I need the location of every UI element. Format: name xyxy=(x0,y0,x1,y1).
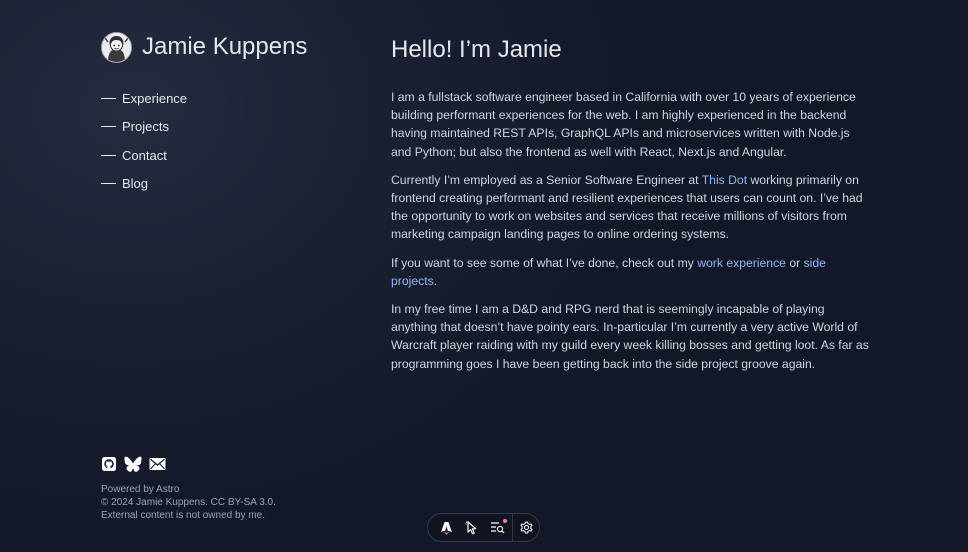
page-title: Hello! I’m Jamie xyxy=(391,36,562,63)
inspect-button[interactable] xyxy=(460,517,486,539)
nav-item-contact[interactable]: Contact xyxy=(101,141,361,170)
inspect-cursor-icon xyxy=(465,520,477,534)
toolbar-divider xyxy=(511,513,513,542)
dev-toolbar xyxy=(427,513,540,542)
portfolio-text-start: If you want to see some of what I’ve don… xyxy=(391,255,698,270)
nav-item-label[interactable]: Contact xyxy=(122,148,167,163)
main-content: Hello! I’m Jamie I am a fullstack softwa… xyxy=(391,35,871,373)
mail-icon[interactable] xyxy=(149,457,166,471)
notification-dot xyxy=(502,518,507,523)
hobbies-paragraph: In my free time I am a D&D and RPG nerd … xyxy=(391,302,869,371)
disclaimer: External content is not owned by me. xyxy=(101,510,265,521)
intro-paragraph: I am a fullstack software engineer based… xyxy=(391,90,856,159)
nav-item-blog[interactable]: Blog xyxy=(101,170,361,199)
astro-logo-icon xyxy=(441,521,453,535)
avatar xyxy=(101,31,132,63)
powered-by: Powered by Astro xyxy=(101,484,180,495)
audit-list-icon xyxy=(490,522,505,534)
brand[interactable]: Jamie Kuppens xyxy=(101,31,361,63)
settings-button[interactable] xyxy=(513,517,539,539)
footer: Powered by Astro © 2024 Jamie Kuppens. C… xyxy=(101,483,276,522)
nav-indicator xyxy=(101,97,116,99)
nav-item-experience[interactable]: Experience xyxy=(101,84,361,113)
nav-indicator xyxy=(101,183,116,185)
this-dot-link[interactable]: This Dot xyxy=(702,173,747,187)
github-icon[interactable] xyxy=(101,456,117,472)
copyright: © 2024 Jamie Kuppens. CC BY-SA 3.0. xyxy=(101,497,276,508)
portfolio-text-end: . xyxy=(433,273,438,288)
nav-indicator xyxy=(101,126,116,128)
main-nav: Experience Projects Contact Blog xyxy=(101,84,361,198)
nav-item-label[interactable]: Projects xyxy=(122,119,169,134)
settings-gear-icon xyxy=(520,521,533,534)
sidebar: Jamie Kuppens Experience Projects Contac… xyxy=(101,31,361,198)
employment-text-start: Currently I’m employed as a Senior Softw… xyxy=(391,172,702,187)
nav-indicator xyxy=(101,154,116,156)
nav-item-projects[interactable]: Projects xyxy=(101,113,361,142)
site-name[interactable]: Jamie Kuppens xyxy=(142,33,307,61)
portfolio-text-mid: or xyxy=(785,255,804,270)
astro-logo-button[interactable] xyxy=(434,517,460,539)
nav-item-label[interactable]: Experience xyxy=(122,91,187,106)
work-experience-link[interactable]: work experience xyxy=(697,256,786,270)
employment-paragraph: Currently I’m employed as a Senior Softw… xyxy=(391,171,871,244)
avatar-illustration-icon xyxy=(102,32,131,62)
social-links xyxy=(101,456,173,472)
bluesky-icon[interactable] xyxy=(124,456,142,472)
portfolio-paragraph: If you want to see some of what I’ve don… xyxy=(391,254,871,290)
nav-item-label[interactable]: Blog xyxy=(122,176,148,191)
audit-button[interactable] xyxy=(485,517,511,539)
